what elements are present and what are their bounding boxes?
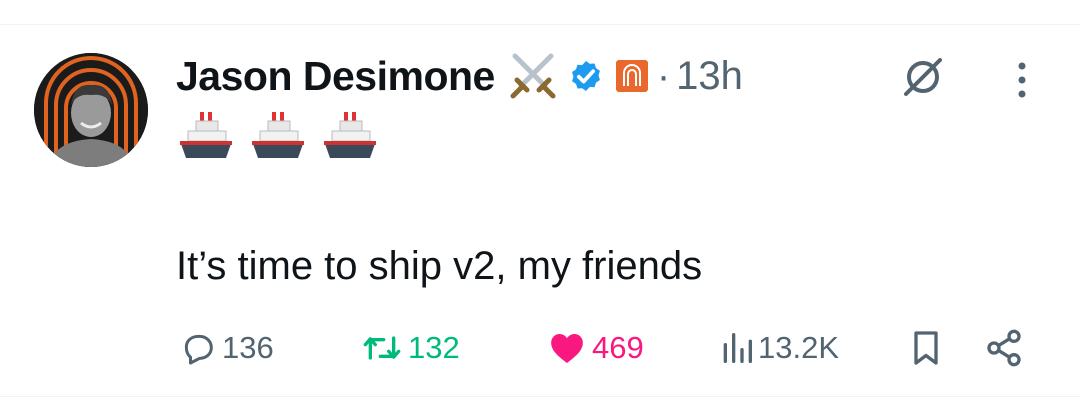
heart-icon (551, 334, 583, 363)
timestamp[interactable]: 13h (676, 54, 743, 99)
crossed-swords-icon (510, 53, 556, 99)
like-count: 469 (592, 330, 644, 365)
grok-icon[interactable] (900, 54, 946, 100)
ship-icon (180, 112, 232, 158)
retweet-count: 132 (408, 330, 460, 365)
bottom-divider (0, 396, 1080, 397)
emoji-row (178, 108, 378, 164)
tweet-header: Jason Desimone · 13h (176, 50, 743, 102)
like-button[interactable]: 469 (546, 326, 644, 370)
separator-dot: · (656, 53, 671, 98)
views-button[interactable]: 13.2K (720, 326, 839, 370)
verified-badge-icon[interactable] (567, 57, 605, 95)
author-name[interactable]: Jason Desimone (176, 53, 495, 100)
avatar[interactable] (34, 53, 148, 167)
ship-icon (324, 112, 376, 158)
tweet-text: It’s time to ship v2, my friends (176, 244, 703, 288)
share-button[interactable] (984, 326, 1024, 370)
view-count: 13.2K (758, 330, 840, 365)
bookmark-icon (914, 331, 938, 365)
top-divider (0, 24, 1080, 25)
share-icon (987, 329, 1021, 367)
more-dots-icon[interactable] (1008, 60, 1036, 100)
retweet-icon (363, 336, 401, 360)
ship-icon (252, 112, 304, 158)
action-bar: 136 132 469 13.2K (0, 326, 1080, 370)
views-chart-icon (723, 333, 752, 363)
reply-count: 136 (222, 330, 274, 365)
reply-button[interactable]: 136 (178, 326, 274, 370)
retweet-button[interactable]: 132 (360, 326, 460, 370)
bookmark-button[interactable] (908, 326, 944, 370)
reply-icon (184, 334, 213, 365)
affiliation-badge-icon[interactable] (615, 59, 649, 93)
